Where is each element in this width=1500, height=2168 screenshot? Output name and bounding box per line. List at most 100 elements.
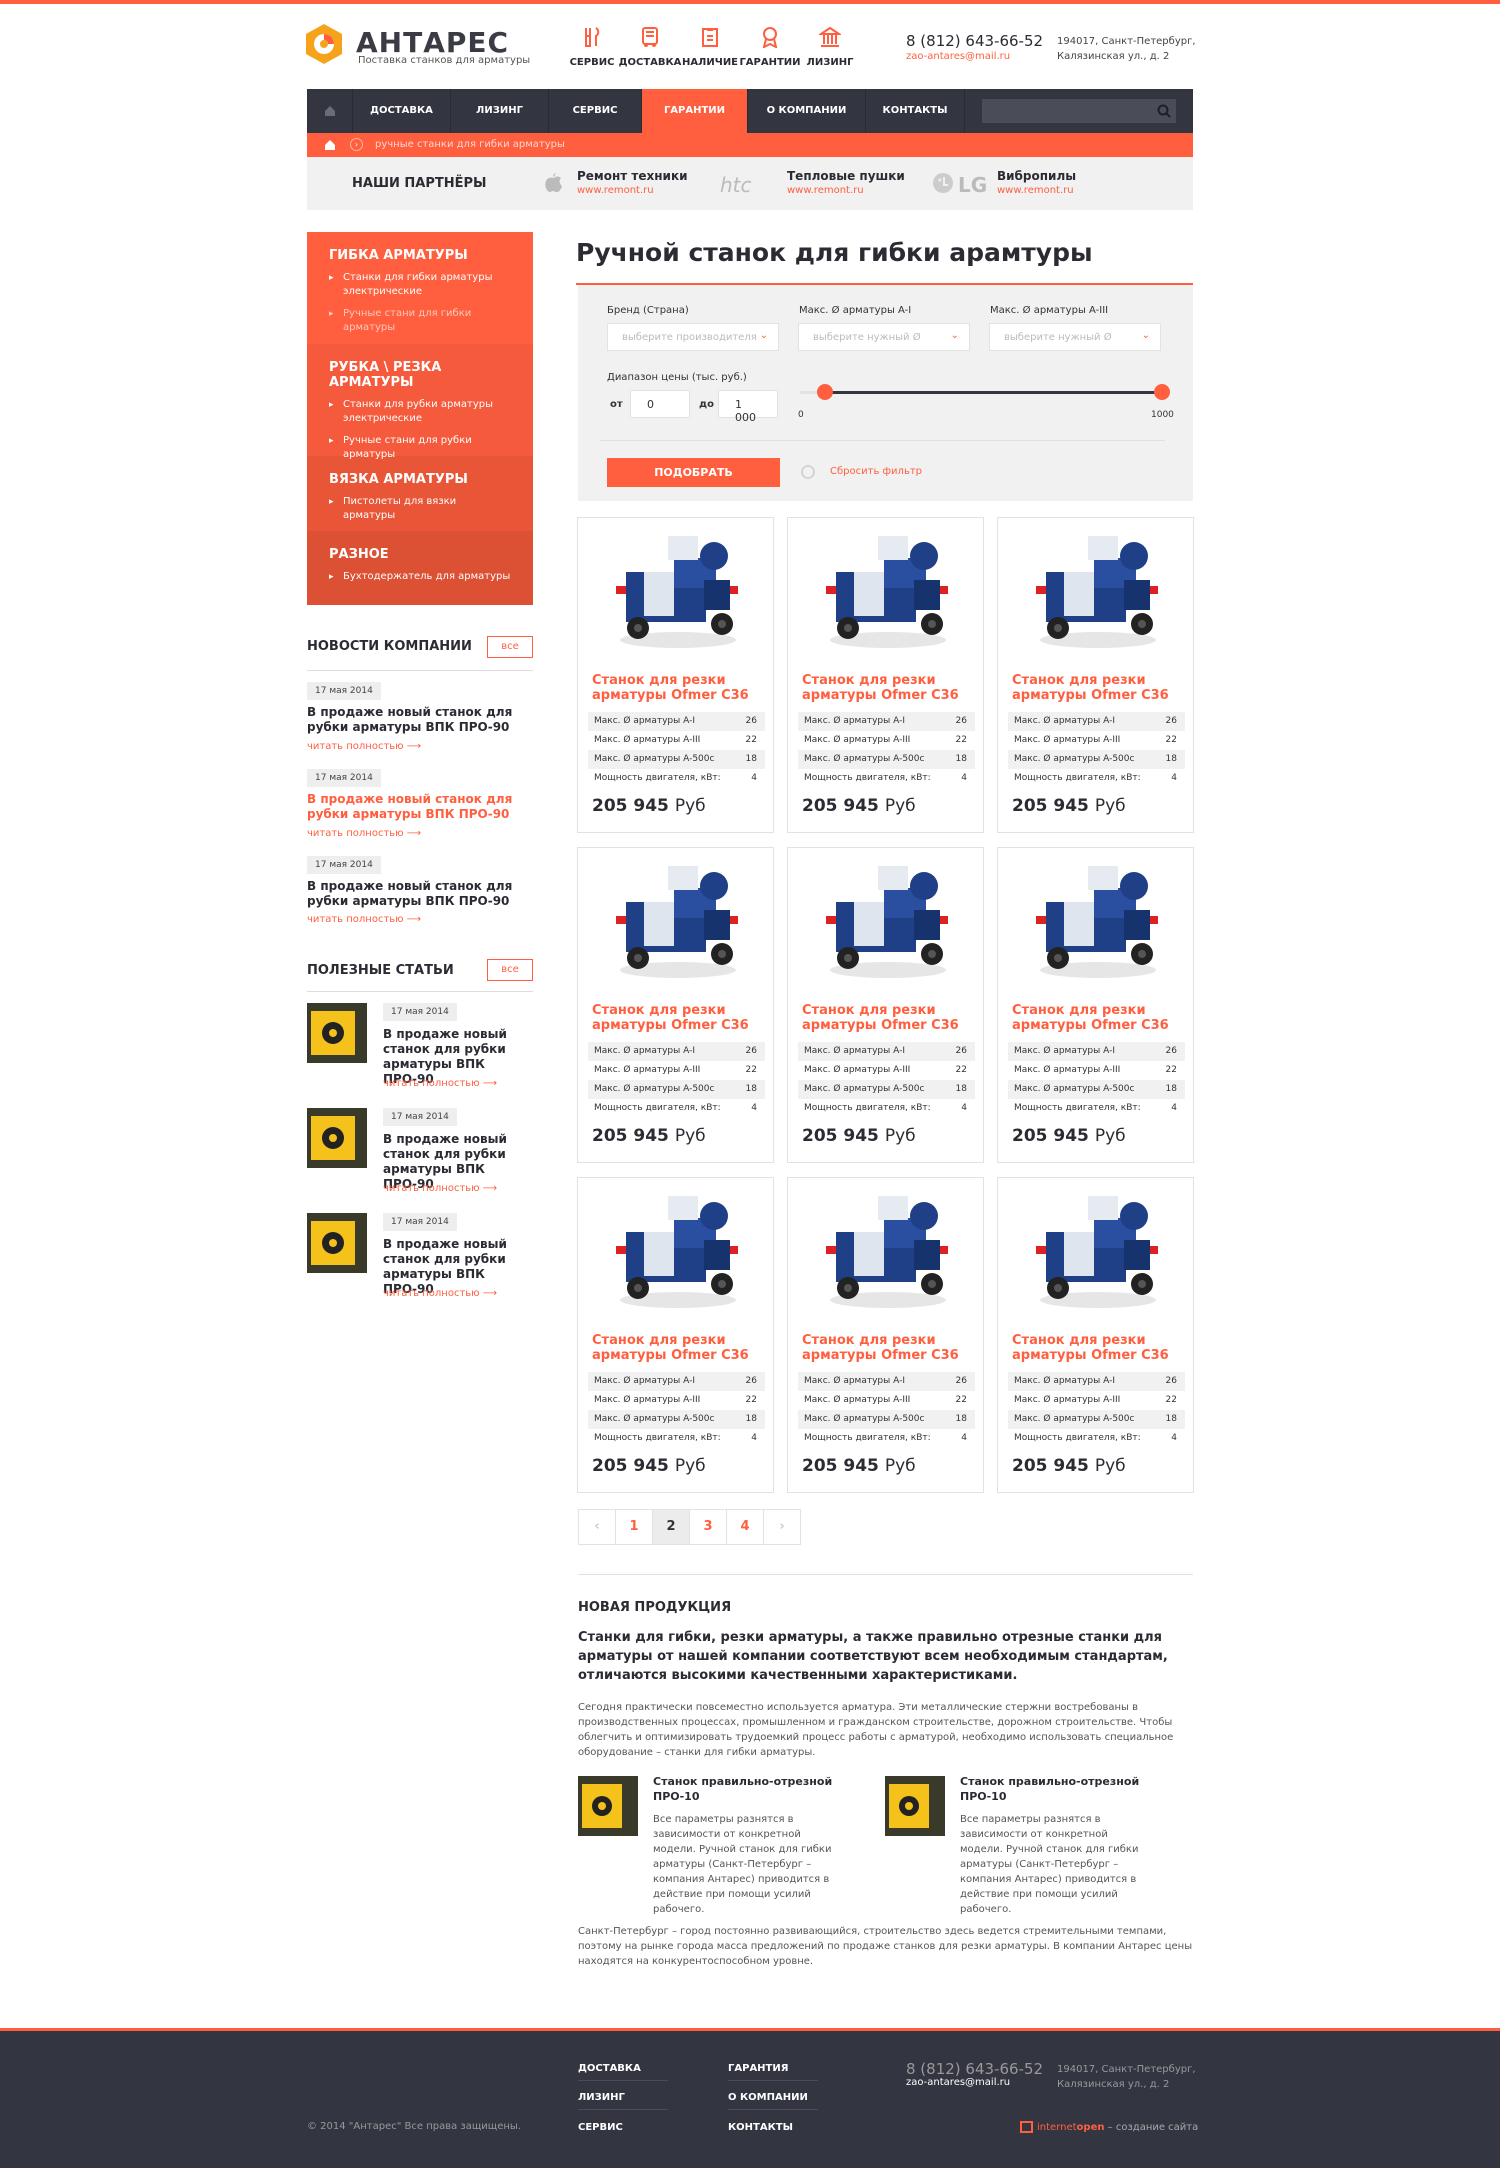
product-image[interactable] [818, 858, 954, 984]
header-email[interactable]: zao-antares@mail.ru [906, 51, 1010, 62]
price-from-input[interactable]: 0 [630, 390, 690, 418]
article-read-more-link[interactable]: читать полностью ⟶ [383, 1183, 497, 1194]
partner-url-heaters[interactable]: www.remont.ru [787, 185, 864, 196]
new-product-thumb[interactable] [578, 1776, 638, 1836]
product-title-link[interactable]: Станок для резки арматуры Ofmer C36 [592, 673, 762, 703]
nav-item-delivery[interactable]: ДОСТАВКА [353, 89, 451, 133]
new-product-title[interactable]: Станок правильно-отрезной ПРО-10 [653, 1774, 853, 1804]
price-slider-max-handle[interactable] [1154, 384, 1170, 400]
product-title-link[interactable]: Станок для резки арматуры Ofmer C36 [802, 1003, 972, 1033]
product-card[interactable]: Станок для резки арматуры Ofmer C36 Макс… [997, 847, 1194, 1163]
footer-link-leasing[interactable]: ЛИЗИНГ [578, 2092, 625, 2103]
category-title[interactable]: РУБКА \ РЕЗКА АРМАТУРЫ [329, 360, 511, 390]
developer-credit-link[interactable]: internetopen – создание сайта [1020, 2121, 1198, 2133]
a3-select[interactable]: выберите нужный Ø ⌄ [989, 323, 1161, 351]
htc-logo[interactable]: htc [720, 173, 752, 197]
product-card[interactable]: Станок для резки арматуры Ofmer C36 Макс… [787, 1177, 984, 1493]
pagination-prev-button[interactable]: ‹ [578, 1509, 616, 1545]
partner-url-saws[interactable]: www.remont.ru [997, 185, 1074, 196]
news-read-more-link[interactable]: читать полностью ⟶ [307, 828, 421, 839]
pagination-page-button[interactable]: 3 [689, 1509, 727, 1545]
logo-icon[interactable] [306, 24, 342, 64]
top-accent-bar [0, 0, 1500, 4]
category-title[interactable]: РАЗНОЕ [329, 547, 511, 562]
product-title-link[interactable]: Станок для резки арматуры Ofmer C36 [592, 1333, 762, 1363]
footer-link-about[interactable]: О КОМПАНИИ [728, 2092, 808, 2103]
filter-reset-link[interactable]: Сбросить фильтр [830, 466, 922, 477]
news-title-link[interactable]: В продаже новый станок для рубки арматур… [307, 879, 537, 909]
footer-phone[interactable]: 8 (812) 643-66-52 [906, 2060, 1043, 2078]
product-image[interactable] [818, 528, 954, 654]
nav-item-service[interactable]: СЕРВИС [549, 89, 642, 133]
filter-submit-button[interactable]: ПОДОБРАТЬ [607, 458, 780, 487]
partner-url-repair[interactable]: www.remont.ru [577, 185, 654, 196]
product-card[interactable]: Станок для резки арматуры Ofmer C36 Макс… [787, 847, 984, 1163]
news-read-more-link[interactable]: читать полностью ⟶ [307, 741, 421, 752]
footer-link-service[interactable]: СЕРВИС [578, 2122, 623, 2133]
news-title-link[interactable]: В продаже новый станок для рубки арматур… [307, 792, 537, 822]
news-read-more-link[interactable]: читать полностью ⟶ [307, 914, 421, 925]
nav-item-leasing[interactable]: ЛИЗИНГ [451, 89, 549, 133]
articles-all-button[interactable]: все [487, 959, 533, 981]
product-title-link[interactable]: Станок для резки арматуры Ofmer C36 [1012, 1003, 1182, 1033]
service-link-leasing[interactable]: ЛИЗИНГ [790, 26, 870, 68]
news-title-link[interactable]: В продаже новый станок для рубки арматур… [307, 705, 537, 735]
product-title-link[interactable]: Станок для резки арматуры Ofmer C36 [592, 1003, 762, 1033]
product-card[interactable]: Станок для резки арматуры Ofmer C36 Макс… [577, 847, 774, 1163]
category-title[interactable]: ВЯЗКА АРМАТУРЫ [329, 472, 511, 487]
news-all-button[interactable]: все [487, 636, 533, 658]
header-phone[interactable]: 8 (812) 643-66-52 [906, 32, 1043, 50]
search-icon[interactable] [1157, 104, 1171, 118]
footer-link-contacts[interactable]: КОНТАКТЫ [728, 2122, 793, 2133]
price-to-input[interactable]: 1 000 [718, 390, 778, 424]
product-image[interactable] [818, 1188, 954, 1314]
search-input[interactable] [982, 99, 1176, 123]
nav-item-warranty[interactable]: ГАРАНТИИ [642, 89, 748, 133]
footer-email[interactable]: zao-antares@mail.ru [906, 2077, 1010, 2088]
article-thumb[interactable] [307, 1003, 367, 1063]
home-nav-button[interactable] [307, 89, 353, 133]
product-title-link[interactable]: Станок для резки арматуры Ofmer C36 [802, 1333, 972, 1363]
pagination-page-button[interactable]: 1 [615, 1509, 653, 1545]
product-card[interactable]: Станок для резки арматуры Ofmer C36 Макс… [997, 1177, 1194, 1493]
category-link[interactable]: Пистолеты для вязки арматуры [329, 495, 511, 523]
category-link[interactable]: Станки для рубки арматуры электрические [329, 398, 511, 426]
apple-logo-icon[interactable] [545, 172, 563, 194]
category-title[interactable]: ГИБКА АРМАТУРЫ [329, 248, 511, 263]
category-link[interactable]: Ручные стани для гибки арматуры [329, 307, 511, 335]
lg-logo-icon[interactable] [931, 171, 955, 195]
product-card[interactable]: Станок для резки арматуры Ofmer C36 Макс… [577, 1177, 774, 1493]
article-read-more-link[interactable]: читать полностью ⟶ [383, 1288, 497, 1299]
article-thumb[interactable] [307, 1108, 367, 1168]
product-image[interactable] [608, 528, 744, 654]
category-link[interactable]: Ручные стани для рубки арматуры [329, 434, 511, 462]
pagination-page-button[interactable]: 4 [726, 1509, 764, 1545]
product-image[interactable] [608, 1188, 744, 1314]
breadcrumb-home-icon[interactable] [324, 139, 336, 151]
category-link[interactable]: Станки для гибки арматуры электрические [329, 271, 511, 299]
product-card[interactable]: Станок для резки арматуры Ofmer C36 Макс… [577, 517, 774, 833]
a1-select[interactable]: выберите нужный Ø ⌄ [798, 323, 970, 351]
product-card[interactable]: Станок для резки арматуры Ofmer C36 Макс… [787, 517, 984, 833]
pagination-page-button[interactable]: 2 [652, 1509, 690, 1545]
article-read-more-link[interactable]: читать полностью ⟶ [383, 1078, 497, 1089]
new-product-thumb[interactable] [885, 1776, 945, 1836]
product-title-link[interactable]: Станок для резки арматуры Ofmer C36 [802, 673, 972, 703]
category-link[interactable]: Бухтодержатель для арматуры [329, 570, 511, 584]
product-image[interactable] [1028, 858, 1164, 984]
new-product-title[interactable]: Станок правильно-отрезной ПРО-10 [960, 1774, 1160, 1804]
brand-select[interactable]: выберите производителя ⌄ [607, 323, 779, 351]
footer-link-delivery[interactable]: ДОСТАВКА [578, 2063, 641, 2074]
product-title-link[interactable]: Станок для резки арматуры Ofmer C36 [1012, 1333, 1182, 1363]
nav-item-contacts[interactable]: КОНТАКТЫ [866, 89, 965, 133]
footer-link-warranty[interactable]: ГАРАНТИЯ [728, 2063, 788, 2074]
product-image[interactable] [1028, 1188, 1164, 1314]
pagination-next-button[interactable]: › [763, 1509, 801, 1545]
nav-item-about[interactable]: О КОМПАНИИ [748, 89, 866, 133]
product-image[interactable] [608, 858, 744, 984]
reset-icon[interactable] [800, 464, 816, 480]
product-card[interactable]: Станок для резки арматуры Ofmer C36 Макс… [997, 517, 1194, 833]
article-thumb[interactable] [307, 1213, 367, 1273]
product-title-link[interactable]: Станок для резки арматуры Ofmer C36 [1012, 673, 1182, 703]
product-image[interactable] [1028, 528, 1164, 654]
